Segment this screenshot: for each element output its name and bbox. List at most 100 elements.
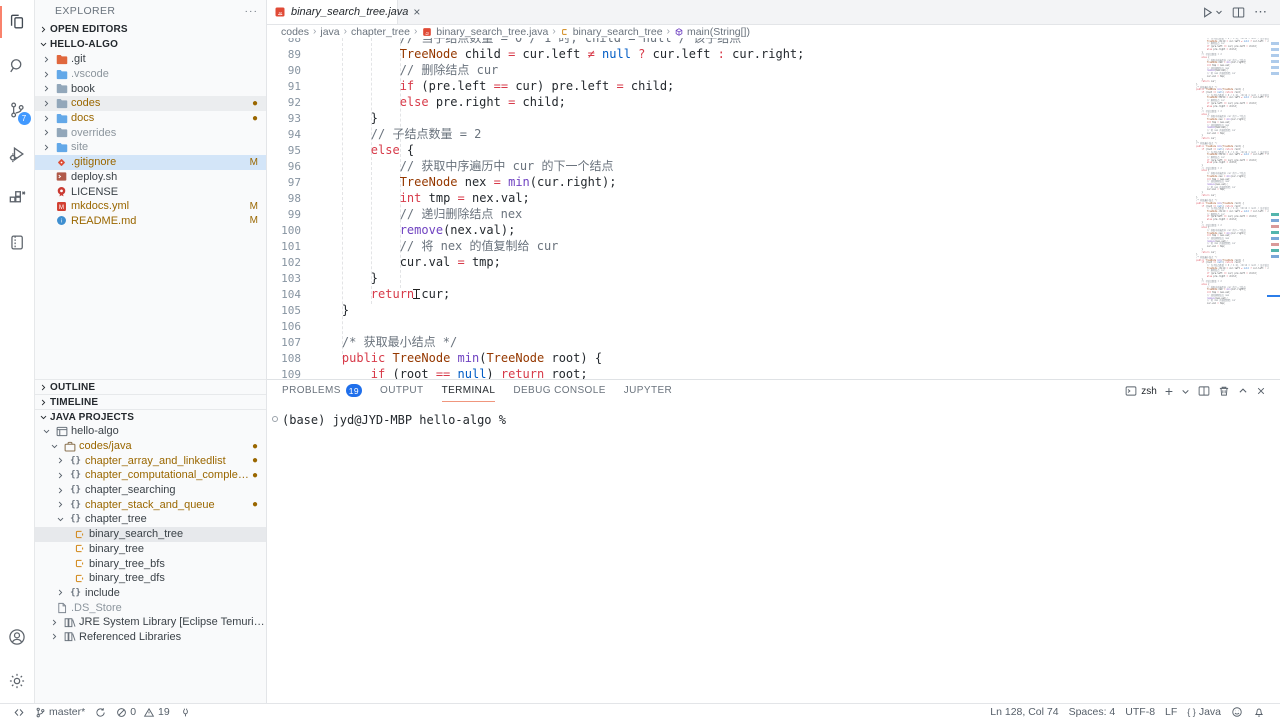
- file-row-readme-md[interactable]: iREADME.mdM: [35, 214, 266, 229]
- trash-icon[interactable]: [1218, 385, 1230, 397]
- section-java-projects[interactable]: JAVA PROJECTS: [35, 409, 266, 424]
- file-row-site[interactable]: site: [35, 140, 266, 155]
- panel-tab-problems[interactable]: PROBLEMS19: [282, 380, 362, 402]
- maximize-panel-icon[interactable]: [1238, 386, 1248, 396]
- breadcrumb-item[interactable]: codes: [281, 26, 309, 38]
- section-timeline[interactable]: TIMELINE: [35, 394, 266, 409]
- file-row--vscode[interactable]: .vscode: [35, 67, 266, 82]
- explorer-more-actions-icon[interactable]: ···: [245, 5, 259, 17]
- code-line-96[interactable]: 96 // 获取中序遍历中 cur 的下一个结点: [267, 158, 1190, 174]
- tree-row--ds-store[interactable]: .DS_Store: [35, 600, 266, 615]
- notifications-bell-icon[interactable]: [1248, 706, 1270, 718]
- code-line-109[interactable]: 109 if (root == null) return root;: [267, 366, 1190, 379]
- code-line-99[interactable]: 99 // 递归删除结点 nex: [267, 206, 1190, 222]
- search-icon[interactable]: [0, 44, 35, 88]
- tree-row-binary-tree-dfs[interactable]: binary_tree_dfs: [35, 571, 266, 586]
- tree-row-chapter-stack-and-queue[interactable]: {}chapter_stack_and_queue●: [35, 497, 266, 512]
- terminal-picker[interactable]: zsh: [1125, 385, 1157, 397]
- code-line-107[interactable]: 107 /* 获取最小结点 */: [267, 334, 1190, 350]
- code-line-98[interactable]: 98 int tmp = nex.val;: [267, 190, 1190, 206]
- tab-binary-search-tree[interactable]: binary_search_tree.java ×: [267, 0, 398, 24]
- tree-row-binary-tree[interactable]: binary_tree: [35, 542, 266, 557]
- file-row--gitignore[interactable]: .gitignoreM: [35, 155, 266, 170]
- breadcrumb-item[interactable]: binary_search_tree.java: [421, 26, 548, 38]
- feedback-smiley-icon[interactable]: [1226, 706, 1248, 718]
- close-panel-icon[interactable]: [1256, 386, 1266, 396]
- indentation-indicator[interactable]: Spaces: 4: [1064, 706, 1121, 718]
- code-line-90[interactable]: 90 // 删除结点 cur: [267, 62, 1190, 78]
- code-line-88[interactable]: 88 // 当子结点数量 = 0 / 1 时, child = null / 该…: [267, 38, 1190, 46]
- breadcrumb-item[interactable]: chapter_tree: [351, 26, 410, 38]
- breadcrumb-item[interactable]: binary_search_tree: [560, 26, 663, 38]
- remote-indicator[interactable]: [8, 704, 30, 720]
- sync-icon[interactable]: [90, 704, 111, 720]
- code-line-103[interactable]: 103 }: [267, 270, 1190, 286]
- chevron-down-icon[interactable]: [1181, 387, 1190, 396]
- file-row-license[interactable]: LICENSE: [35, 184, 266, 199]
- encoding-indicator[interactable]: UTF-8: [1120, 706, 1160, 718]
- eol-indicator[interactable]: LF: [1160, 706, 1182, 718]
- file-row-overrides[interactable]: overrides: [35, 125, 266, 140]
- code-line-106[interactable]: 106: [267, 318, 1190, 334]
- code-editor[interactable]: 88 // 当子结点数量 = 0 / 1 时, child = null / 该…: [267, 38, 1280, 379]
- split-editor-icon[interactable]: [1232, 6, 1245, 19]
- notebook-icon[interactable]: [0, 220, 35, 264]
- code-line-94[interactable]: 94 // 子结点数量 = 2: [267, 126, 1190, 142]
- tree-row-binary-tree-bfs[interactable]: binary_tree_bfs: [35, 556, 266, 571]
- plug-icon[interactable]: [175, 704, 196, 720]
- new-terminal-icon[interactable]: +: [1165, 384, 1173, 398]
- source-control-icon[interactable]: 7: [0, 88, 35, 132]
- code-line-105[interactable]: 105 }: [267, 302, 1190, 318]
- code-line-102[interactable]: 102 cur.val = tmp;: [267, 254, 1190, 270]
- code-line-101[interactable]: 101 // 将 nex 的值复制给 cur: [267, 238, 1190, 254]
- code-line-92[interactable]: 92 else pre.right = child;: [267, 94, 1190, 110]
- code-line-104[interactable]: 104 return cur;: [267, 286, 1190, 302]
- tree-row-codes-java[interactable]: codes/java●: [35, 439, 266, 454]
- code-line-97[interactable]: 97 TreeNode nex = min(cur.right);: [267, 174, 1190, 190]
- tree-row-chapter-searching[interactable]: {}chapter_searching: [35, 483, 266, 498]
- file-row-docs[interactable]: docs●: [35, 111, 266, 126]
- code-line-93[interactable]: 93 }: [267, 110, 1190, 126]
- code-line-91[interactable]: 91 if (pre.left == cur) pre.left = child…: [267, 78, 1190, 94]
- terminal-command-decoration[interactable]: [272, 416, 278, 422]
- panel-tab-debug-console[interactable]: DEBUG CONSOLE: [513, 380, 605, 402]
- breadcrumb-item[interactable]: main(String[]): [674, 26, 750, 38]
- tree-row-chapter-tree[interactable]: {}chapter_tree: [35, 512, 266, 527]
- section-root-folder[interactable]: HELLO-ALGO: [35, 37, 266, 52]
- tree-row-chapter-computational-complexity[interactable]: {}chapter_computational_complexity●: [35, 468, 266, 483]
- tree-row-referenced-libraries[interactable]: Referenced Libraries: [35, 630, 266, 645]
- run-debug-icon[interactable]: [0, 132, 35, 176]
- code-line-100[interactable]: 100 remove(nex.val);: [267, 222, 1190, 238]
- panel-tab-terminal[interactable]: TERMINAL: [442, 380, 496, 402]
- code-line-95[interactable]: 95 else {: [267, 142, 1190, 158]
- account-icon[interactable]: [0, 615, 35, 659]
- code-line-108[interactable]: 108 public TreeNode min(TreeNode root) {: [267, 350, 1190, 366]
- code-line-89[interactable]: 89 TreeNode child = cur.left ≠ null ? cu…: [267, 46, 1190, 62]
- section-outline[interactable]: OUTLINE: [35, 379, 266, 394]
- file-row--git[interactable]: .git: [35, 52, 266, 67]
- file-row-deploy-sh[interactable]: deploy.sh: [35, 170, 266, 185]
- run-button[interactable]: [1201, 6, 1223, 19]
- file-row-mkdocs-yml[interactable]: Mmkdocs.ymlM: [35, 199, 266, 214]
- problems-status[interactable]: 0 19: [111, 704, 175, 720]
- file-row-book[interactable]: book: [35, 81, 266, 96]
- line-col-indicator[interactable]: Ln 128, Col 74: [985, 706, 1063, 718]
- breadcrumb-item[interactable]: java: [320, 26, 339, 38]
- terminal-prompt[interactable]: (base) jyd@JYD-MBP hello-algo %: [282, 413, 506, 427]
- tree-row-hello-algo[interactable]: hello-algo: [35, 424, 266, 439]
- language-indicator[interactable]: { } Java: [1182, 706, 1226, 718]
- editor-more-actions-icon[interactable]: ⋯: [1254, 4, 1268, 20]
- panel-tab-output[interactable]: OUTPUT: [380, 380, 424, 402]
- split-terminal-icon[interactable]: [1198, 385, 1210, 397]
- file-row-codes[interactable]: codes●: [35, 96, 266, 111]
- tree-row-jre-system-library-eclipse-temurin-17-17-[interactable]: JRE System Library [Eclipse Temurin 17 […: [35, 615, 266, 630]
- tree-row-include[interactable]: {}include: [35, 586, 266, 601]
- extensions-icon[interactable]: [0, 176, 35, 220]
- tab-close-icon[interactable]: ×: [413, 5, 420, 19]
- minimap[interactable]: // 当子结点数量 = 0 / 1 时, child = null / 该子结点…: [1191, 38, 1269, 305]
- settings-gear-icon[interactable]: [0, 659, 35, 703]
- section-open-editors[interactable]: OPEN EDITORS: [35, 22, 266, 37]
- explorer-icon[interactable]: [0, 0, 35, 44]
- tree-row-chapter-array-and-linkedlist[interactable]: {}chapter_array_and_linkedlist●: [35, 453, 266, 468]
- panel-tab-jupyter[interactable]: JUPYTER: [624, 380, 672, 402]
